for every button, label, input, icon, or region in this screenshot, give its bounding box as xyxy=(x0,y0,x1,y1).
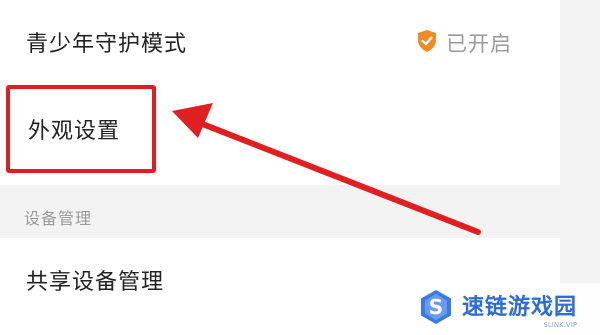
watermark-logo: S 速链游戏园 SLINK.VIP xyxy=(400,283,600,335)
svg-text:S: S xyxy=(429,295,443,319)
watermark-name: 速链游戏园 xyxy=(462,295,578,320)
watermark-subtext: SLINK.VIP xyxy=(543,321,578,329)
watermark-s-icon: S xyxy=(420,289,452,329)
